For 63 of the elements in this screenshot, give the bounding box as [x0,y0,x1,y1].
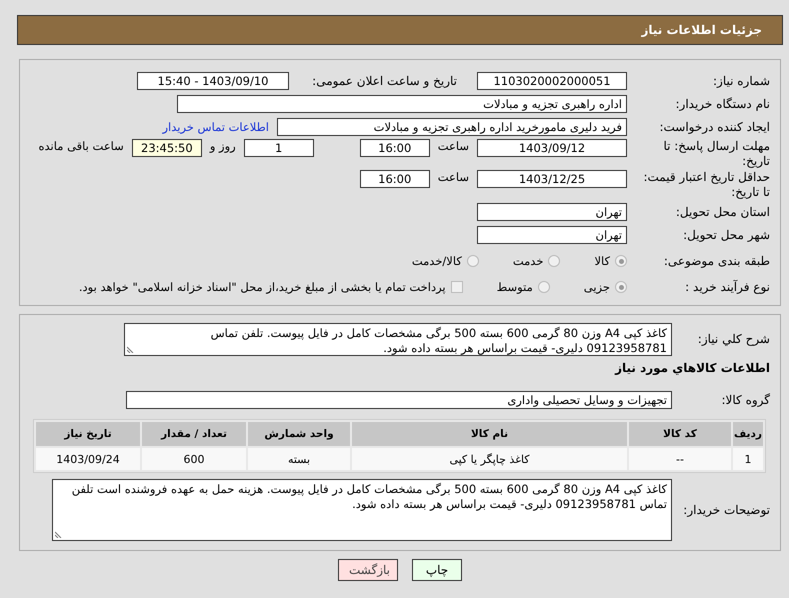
column-header: نام کالا [352,422,627,446]
field-label: تاریخ و ساعت اعلان عمومی: [311,74,457,88]
text-field[interactable]: 16:00 [360,139,430,157]
text-field[interactable]: 16:00 [360,170,430,188]
table-cell: 1403/09/24 [36,448,140,470]
text-field[interactable]: فرید دلیری مامورخرید اداره راهبری تجزیه و مبادلات [277,118,627,136]
column-header: ردیف [733,422,763,446]
time-label: ساعت [438,139,469,153]
table-cell: 600 [142,448,246,470]
remaining-label: ساعت باقی مانده [38,139,124,153]
radio-label: خدمت [512,254,544,268]
text-field[interactable]: تهران [477,226,627,244]
countdown-field[interactable]: 23:45:50 [132,139,202,157]
checkbox[interactable] [450,281,463,293]
column-header: تعداد / مقدار [142,422,246,446]
text-field[interactable]: تهران [477,203,627,221]
field-label: شهر محل تحویل: [682,228,770,242]
field-label: نام دستگاه خریدار: [674,96,770,112]
column-header: کد کالا [629,422,731,446]
buyer-notes-field[interactable]: کاغذ کپی A4 وزن 80 گرمی 600 بسته 500 برگی مشخصات کامل در فایل پیوست. هزینه حمل به عهده فروشنده است تلفن تماس 09123958781 دلیری- قیمت براساس هر بسته داده شود. [52,479,672,541]
text-field[interactable]: 1403/09/10 - 15:40 [137,72,289,90]
field-label: گروه کالا: [720,392,770,408]
text-field[interactable]: 1103020002000051 [477,72,627,90]
text-field[interactable]: اداره راهبری تجزیه و مبادلات [177,95,627,113]
field-label: نوع فرآیند خرید : [684,280,770,294]
radio-button[interactable] [615,281,627,293]
field-label: شماره نیاز: [712,74,770,88]
checkbox-label: پرداخت تمام یا بخشی از مبلغ خرید،از محل "اسناد خزانه اسلامی" خواهد بود. [78,280,446,294]
radio-button[interactable] [538,281,550,293]
text-field[interactable]: 1 [244,139,314,157]
field-label: توضیحات خریدار: [682,502,770,518]
column-header: واحد شمارش [248,422,350,446]
field-label: حداقل تاریخ اعتبار قیمت: تا تاریخ: [642,170,770,200]
radio-label: جزیی [584,280,610,294]
description-field[interactable]: کاغذ کپی A4 وزن 80 گرمی 600 بسته 500 برگی مشخصات کامل در فایل پیوست. تلفن تماس 09123958781 دلیری- قیمت براساس هر بسته داده شود. [124,323,672,356]
radio-button[interactable] [548,255,560,267]
column-header: تاریخ نیاز [36,422,140,446]
field-label: شرح کلي نياز: [696,332,770,347]
print-button[interactable]: چاپ [412,559,462,581]
field-label: طبقه بندی موضوعی: [662,254,770,268]
buyer-contact-link[interactable]: اطلاعات تماس خریدار [162,120,269,134]
radio-label: کالا [594,254,610,268]
table-cell: 1 [733,448,763,470]
field-label: ایجاد کننده درخواست: [658,120,770,134]
radio-button[interactable] [466,255,479,267]
radio-button[interactable] [615,255,627,267]
field-label: مهلت ارسال پاسخ: تا تاریخ: [662,139,770,169]
goods-group-field[interactable]: تجهیزات و وسایل تحصیلی واداری [126,391,672,409]
page-header: جزئیات اطلاعات نیاز [17,15,783,45]
table-cell: کاغذ چاپگر یا کپی [352,448,627,470]
radio-label: کالا/خدمت [412,254,462,268]
time-label: ساعت [438,170,469,184]
text-field[interactable]: 1403/12/25 [477,170,627,188]
table-cell: بسته [248,448,350,470]
radio-label: متوسط [496,280,533,294]
resize-grip-icon[interactable] [127,345,135,353]
text-field[interactable]: 1403/09/12 [477,139,627,157]
table-cell: -- [629,448,731,470]
days-label: روز و [210,139,236,153]
section-heading: اطلاعات کالاهاي مورد نياز [615,361,770,375]
field-label: استان محل تحویل: [674,204,770,220]
resize-grip-icon[interactable] [55,530,63,538]
back-button[interactable]: بازگشت [338,559,398,581]
